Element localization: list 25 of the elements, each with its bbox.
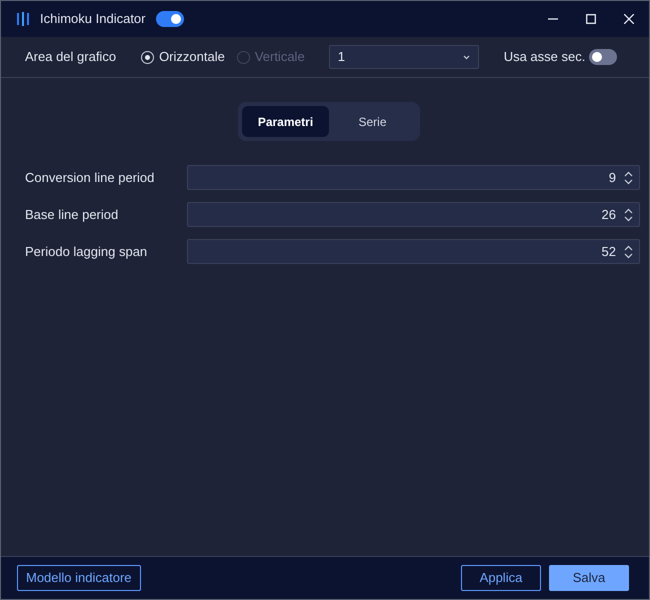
spinner-icon[interactable] [624,244,633,258]
tab[interactable]: Parametri [242,106,329,137]
save-button[interactable]: Salva [549,565,629,591]
select-field[interactable]: 1 [328,45,479,69]
window-title: Ichimoku Indicator [40,10,146,28]
close-icon[interactable] [624,14,634,24]
toggle-switch[interactable] [156,11,184,27]
tab[interactable]: Serie [329,106,416,137]
field-label: Conversion line period [25,168,156,187]
toggle-switch[interactable] [589,49,618,65]
secondary-axis-label: Usa asse sec. [504,48,586,66]
number-field[interactable]: 52 [187,239,640,264]
template-button[interactable]: Modello indicatore [17,565,141,591]
spinner-icon[interactable] [624,170,633,184]
chevron-down-icon [462,54,470,60]
radio-option[interactable]: Orizzontale [141,47,225,67]
field-label: Base line period [25,206,120,224]
number-field[interactable]: 26 [187,202,640,227]
number-field[interactable]: 9 [187,165,640,190]
chart-area-label: Area del grafico [25,48,116,66]
indicator-logo-icon [16,11,30,27]
spinner-icon[interactable] [624,208,633,222]
apply-button[interactable]: Applica [461,565,541,591]
maximize-icon[interactable] [586,14,596,24]
field-label: Periodo lagging span [25,242,148,261]
